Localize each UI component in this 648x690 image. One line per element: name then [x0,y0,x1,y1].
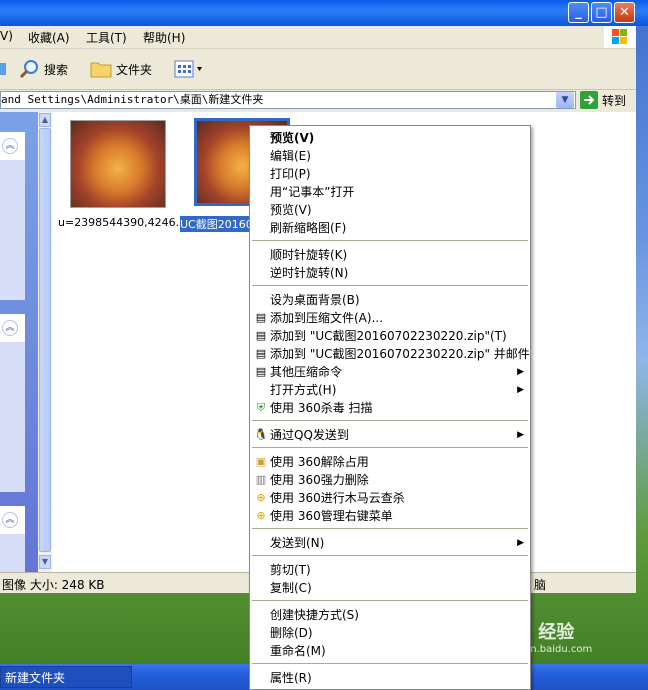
task-pane-panel [0,534,25,572]
menu-item-add-zip[interactable]: ▤ 添加到 "UC截图20160702230220.zip"(T) [250,327,530,345]
menu-separator [252,285,528,286]
menu-item-send-to[interactable]: 发送到(N) ▶ [250,534,530,552]
menu-view[interactable]: V) [0,29,13,43]
search-button[interactable]: 搜索 [18,57,68,81]
views-button[interactable] [174,57,204,81]
folders-button[interactable]: 文件夹 [90,57,152,81]
menu-item-360-trojan[interactable]: ⊕ 使用 360进行木马云查杀 [250,489,530,507]
close-button[interactable]: ✕ [614,2,635,23]
menu-item-create-shortcut[interactable]: 创建快捷方式(S) [250,606,530,624]
menu-item-rename[interactable]: 重命名(M) [250,642,530,660]
folder-unlock-icon: ▣ [255,455,267,468]
menu-item-qq-send[interactable]: 🐧 通过QQ发送到 ▶ [250,426,530,444]
menu-separator [252,420,528,421]
scroll-down-icon[interactable]: ▼ [39,555,51,569]
menu-item-print[interactable]: 打印(P) [250,165,530,183]
menu-item-cut[interactable]: 剪切(T) [250,561,530,579]
views-icon [174,60,202,78]
folders-label: 文件夹 [116,62,153,77]
collapse-chevron-icon[interactable]: ︽ [2,320,18,336]
windows-logo-icon [604,26,636,48]
minimize-button[interactable]: _ [568,2,589,23]
menu-item-properties[interactable]: 属性(R) [250,669,530,687]
go-button[interactable]: 转到 [580,91,626,109]
shield-icon: ⛨ [256,401,266,414]
menu-separator [252,600,528,601]
menu-item-360-unlock[interactable]: ▣ 使用 360解除占用 [250,453,530,471]
scroll-up-icon[interactable]: ▲ [39,113,51,127]
menu-help[interactable]: 帮助(H) [143,29,185,46]
menu-item-360-delete[interactable]: ▥ 使用 360强力删除 [250,471,530,489]
collapse-chevron-icon[interactable]: ︽ [2,512,18,528]
toolbar: 搜索 文件夹 [0,49,636,90]
menu-bar: V) 收藏(A) 工具(T) 帮助(H) [0,26,636,49]
menu-separator [252,663,528,664]
winrar-icon: ▤ [255,365,267,378]
menu-item-copy[interactable]: 复制(C) [250,579,530,597]
menu-separator [252,528,528,529]
menu-item-360-scan[interactable]: ⛨ 使用 360杀毒 扫描 [250,399,530,417]
menu-item-edit[interactable]: 编辑(E) [250,147,530,165]
menu-separator [252,555,528,556]
menu-item-other-compress[interactable]: ▤ 其他压缩命令 ▶ [250,363,530,381]
menu-separator [252,240,528,241]
task-pane-panel [0,160,25,300]
search-label: 搜索 [44,62,69,77]
360-logo-icon: ⊕ [256,491,266,504]
address-bar: and Settings\Administrator\桌面\新建文件夹 ▼ 转到 [0,90,636,112]
status-text: 图像 大小: 248 KB [2,578,105,592]
file-name-selected[interactable]: UC截图20160 [180,216,253,232]
submenu-arrow-icon: ▶ [517,385,524,395]
menu-item-set-wallpaper[interactable]: 设为桌面背景(B) [250,291,530,309]
address-input[interactable]: and Settings\Administrator\桌面\新建文件夹 [0,91,576,109]
context-menu: 预览(V) 编辑(E) 打印(P) 用“记事本”打开 预览(V) 刷新缩略图(F… [249,125,531,690]
folder-icon [90,62,112,78]
qq-penguin-icon: 🐧 [254,428,268,441]
menu-item-refresh-thumbnail[interactable]: 刷新缩略图(F) [250,219,530,237]
menu-item-open-with[interactable]: 打开方式(H) ▶ [250,381,530,399]
menu-item-add-archive[interactable]: ▤ 添加到压缩文件(A)... [250,309,530,327]
menu-item-delete[interactable]: 删除(D) [250,624,530,642]
file-name[interactable]: u=2398544390,4246... [58,216,186,229]
task-pane-panel [0,342,25,492]
toolbar-up-icon[interactable] [0,57,8,81]
vertical-scrollbar[interactable]: ▲ ▼ [38,112,52,572]
maximize-button[interactable]: □ [591,2,612,23]
go-label: 转到 [602,93,627,108]
menu-item-rotate-cw[interactable]: 顺时针旋转(K) [250,246,530,264]
address-dropdown-icon[interactable]: ▼ [556,92,574,108]
winrar-icon: ▤ [255,311,267,324]
status-zone: 脑 [534,578,547,592]
menu-item-open-notepad[interactable]: 用“记事本”打开 [250,183,530,201]
file-thumbnail[interactable] [70,120,166,208]
collapse-chevron-icon[interactable]: ︽ [2,138,18,154]
submenu-arrow-icon: ▶ [517,367,524,377]
menu-favorites[interactable]: 收藏(A) [28,29,70,46]
menu-item-preview-default[interactable]: 预览(V) [250,129,530,147]
submenu-arrow-icon: ▶ [517,538,524,548]
title-bar[interactable]: _ □ ✕ [0,0,648,26]
menu-tools[interactable]: 工具(T) [86,29,127,46]
search-icon [19,60,38,79]
shredder-icon: ▥ [255,473,267,486]
360-logo-icon: ⊕ [256,509,266,522]
submenu-arrow-icon: ▶ [517,430,524,440]
taskbar-window-button[interactable]: 新建文件夹 [0,666,132,688]
menu-separator [252,447,528,448]
menu-item-360-manage[interactable]: ⊕ 使用 360管理右键菜单 [250,507,530,525]
go-arrow-icon [580,91,598,109]
menu-item-rotate-ccw[interactable]: 逆时针旋转(N) [250,264,530,282]
scroll-thumb[interactable] [39,128,51,552]
winrar-icon: ▤ [255,347,267,360]
menu-item-add-zip-email[interactable]: ▤ 添加到 "UC截图20160702230220.zip" 并邮件 [250,345,530,363]
task-pane: ︽ ︽ ︽ [0,112,38,572]
winrar-icon: ▤ [255,329,267,342]
menu-item-preview[interactable]: 预览(V) [250,201,530,219]
